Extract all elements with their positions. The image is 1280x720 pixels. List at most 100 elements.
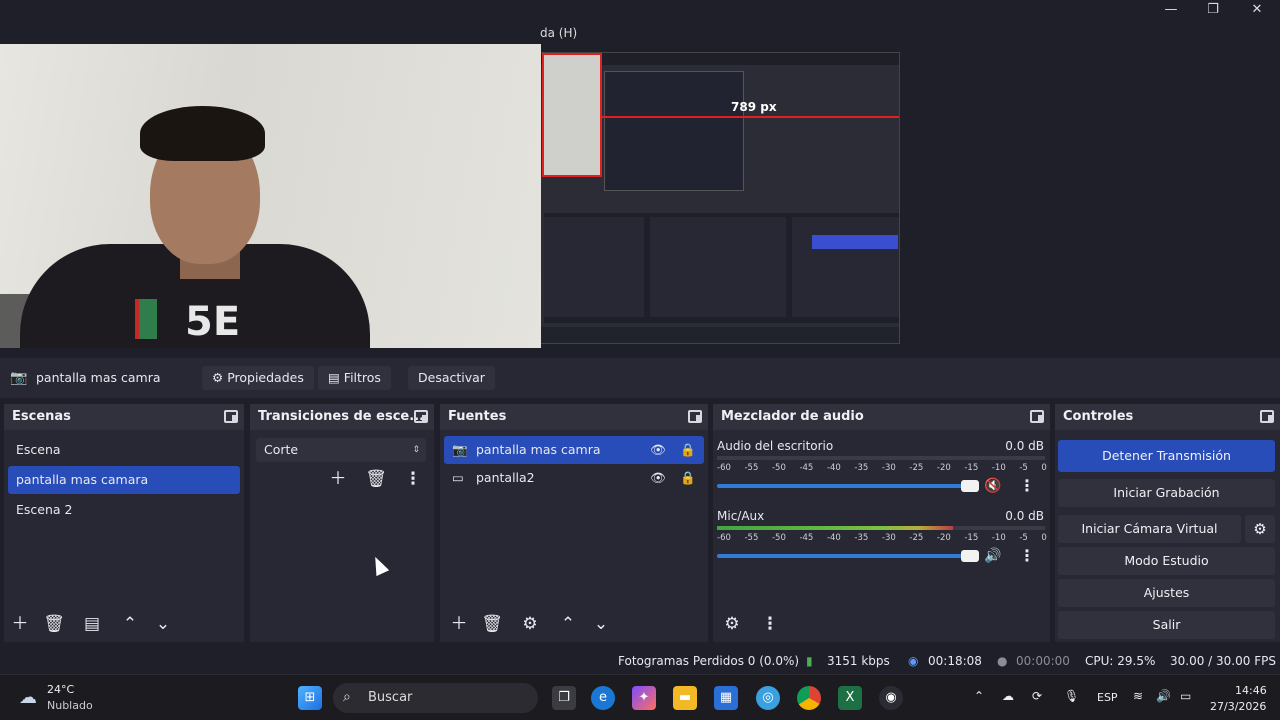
wifi-icon[interactable]: ≋ [1133,689,1143,703]
add-icon[interactable]: ＋ [445,610,473,638]
cloud-tray-icon[interactable]: ☁ [1002,689,1014,703]
volume-meter [717,456,1045,460]
undock-icon[interactable] [1030,410,1044,423]
settings-button[interactable]: Ajustes [1058,579,1275,607]
nested-dock-sources [544,217,644,317]
battery-icon[interactable]: ▭ [1180,689,1191,703]
volume-slider-handle[interactable] [961,550,979,562]
add-icon[interactable]: ＋ [324,465,352,493]
selection-box[interactable] [542,53,602,177]
chevron-down-icon[interactable]: ⌄ [149,610,177,638]
trash-icon[interactable]: 🗑 [362,465,390,493]
meter-tick-label: -15 [964,463,979,473]
scenes-dock-header: Escenas [4,404,244,430]
clock-date[interactable]: 27/3/2026 [1210,700,1266,713]
meter-tick-label: -50 [771,533,786,543]
nested-preview [604,71,744,191]
scenes-dock: Escenas Escena pantalla mas camara Escen… [4,404,244,642]
eye-icon[interactable]: 👁 [650,436,666,464]
sources-dock-header: Fuentes [440,404,708,430]
volume-slider-handle[interactable] [961,480,979,492]
volume-icon[interactable]: 🔊 [1156,689,1171,703]
meter-tick-label: -45 [799,533,814,543]
close-button[interactable]: ✕ [1236,0,1278,20]
scene-item[interactable]: Escena [8,436,240,464]
meter-tick-label: -25 [909,533,924,543]
maximize-button[interactable]: ❐ [1192,0,1234,20]
stop-streaming-button[interactable]: Detener Transmisión [1058,440,1275,472]
audio-toolbar: ⚙ ⋮ [713,610,1050,638]
chrome-icon[interactable] [797,686,821,710]
microphone-icon[interactable]: 🎙 [1064,689,1079,703]
properties-button[interactable]: ⚙ Propiedades [202,366,314,390]
undock-icon[interactable] [688,410,702,423]
webcam-source[interactable]: 5E [0,44,541,348]
file-explorer-icon[interactable]: ▬ [673,686,697,710]
meter-tick-label: -20 [936,463,951,473]
lock-icon[interactable]: 🔒 [680,464,696,492]
muted-speaker-icon[interactable]: 🔇 [983,478,1003,494]
eye-icon[interactable]: 👁 [650,464,666,492]
menu-item-help[interactable]: da (H) [540,26,577,40]
excel-icon[interactable]: X [838,686,862,710]
gear-icon[interactable]: ⚙ [516,610,544,638]
trash-icon[interactable]: 🗑 [478,610,506,638]
chevron-down-icon[interactable]: ⌄ [587,610,615,638]
start-recording-button[interactable]: Iniciar Grabación [1058,479,1275,507]
filters-button[interactable]: ▤ Filtros [318,366,391,390]
nested-docks [544,213,899,323]
advanced-audio-gear-icon[interactable]: ⚙ [718,610,746,638]
audio-channel-name: Audio del escritorio [717,439,834,453]
undock-icon[interactable] [1260,410,1274,423]
windows-start-icon[interactable]: ⊞ [298,686,322,710]
cloud-icon[interactable]: ☁ [16,686,40,710]
volume-slider-fill [717,484,969,488]
controls-dock: Controles Detener Transmisión Iniciar Gr… [1055,404,1280,642]
dropped-frames: Fotogramas Perdidos 0 (0.0%) [618,654,800,668]
deactivate-button[interactable]: Desactivar [408,366,495,390]
chevron-up-icon[interactable]: ⌃ [554,610,582,638]
start-virtual-camera-button[interactable]: Iniciar Cámara Virtual [1058,515,1241,543]
undock-icon[interactable] [224,410,238,423]
more-icon[interactable]: ⋮ [399,465,427,493]
app-icon[interactable]: ◎ [756,686,780,710]
exit-button[interactable]: Salir [1058,611,1275,639]
more-icon[interactable]: ⋮ [756,610,784,638]
copilot-icon[interactable]: ✦ [632,686,656,710]
studio-mode-button[interactable]: Modo Estudio [1058,547,1275,575]
more-icon[interactable]: ⋮ [1017,546,1037,565]
chevron-up-icon[interactable]: ⌃ [116,610,144,638]
scene-item[interactable]: pantalla mas camara [8,466,240,494]
trash-icon[interactable]: 🗑 [40,610,68,638]
taskbar-search[interactable]: ⌕ Buscar [333,683,538,713]
add-icon[interactable]: ＋ [6,610,34,638]
source-item[interactable]: ▭ pantalla2 👁 🔒 [444,464,704,492]
undock-icon[interactable] [414,410,428,423]
transition-select[interactable]: Corte ⇕ [256,438,426,462]
chevron-up-icon[interactable]: ⌃ [974,689,984,703]
weather-temp[interactable]: 24°C [47,683,74,696]
scene-item[interactable]: Escena 2 [8,496,240,524]
sync-icon[interactable]: ⟳ [1032,689,1042,703]
minimize-button[interactable]: — [1150,0,1192,20]
virtual-camera-gear-icon[interactable]: ⚙ [1245,515,1275,543]
edge-icon[interactable]: e [591,686,615,710]
transitions-dock: Transiciones de esce... Corte ⇕ ＋ 🗑 ⋮ [250,404,434,642]
store-icon[interactable]: ▦ [714,686,738,710]
clock-time[interactable]: 14:46 [1235,684,1267,697]
filter-icon[interactable]: ▤ [78,610,106,638]
obs-icon[interactable]: ◉ [879,686,903,710]
lock-icon[interactable]: 🔒 [680,436,696,464]
speaker-icon[interactable]: 🔊 [983,548,1003,564]
source-toolbar: 📷 pantalla mas camra ⚙ Propiedades ▤ Fil… [0,358,1280,398]
task-view-icon[interactable]: ❐ [552,686,576,710]
meter-tick-label: -40 [826,533,841,543]
volume-slider[interactable] [717,480,979,492]
source-item[interactable]: 📷 pantalla mas camra 👁 🔒 [444,436,704,464]
language-indicator[interactable]: ESP [1097,691,1118,704]
weather-desc[interactable]: Nublado [47,699,93,712]
preview-canvas[interactable]: 789 px 5E [0,44,1280,350]
volume-slider[interactable] [717,550,979,562]
more-icon[interactable]: ⋮ [1017,476,1037,495]
meter-tick-label: -35 [854,533,869,543]
